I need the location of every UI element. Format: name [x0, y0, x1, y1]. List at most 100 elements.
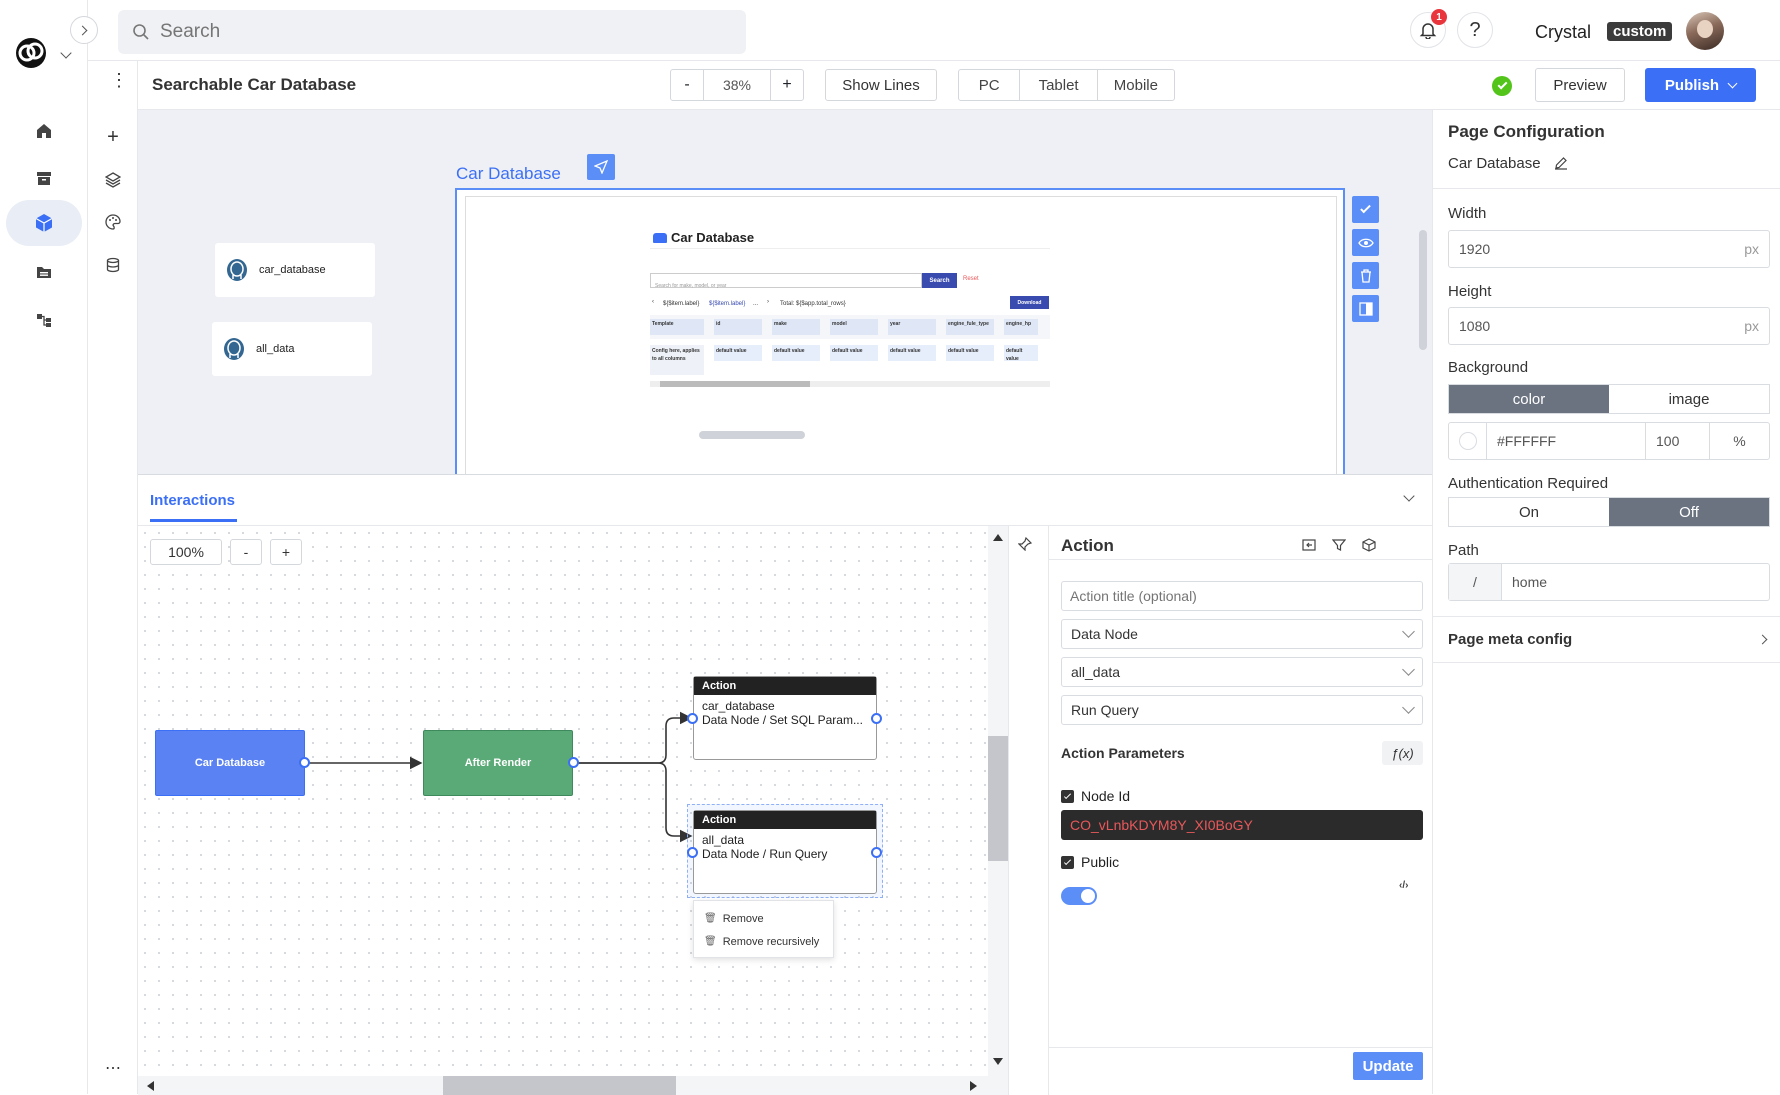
more-vertical-icon[interactable]: ⋮ [110, 71, 128, 89]
auth-on[interactable]: On [1449, 498, 1609, 526]
preview-col-header: id [714, 319, 762, 335]
page-frame-label[interactable]: Car Database [456, 164, 561, 184]
edge-event-action2 [574, 762, 693, 843]
flow-zoom-level[interactable]: 100% [150, 539, 222, 565]
flow-event-node[interactable]: After Render [423, 730, 573, 796]
cube-outline-icon[interactable] [1362, 538, 1376, 552]
design-canvas[interactable]: car_database all_data Car Database Car D… [138, 110, 1432, 474]
menu-item-remove-recursively[interactable]: 🗑 Remove recursively [704, 930, 823, 953]
action-type-select[interactable]: Data Node [1061, 619, 1423, 649]
zoom-out-button[interactable]: - [671, 70, 704, 100]
edit-icon[interactable] [1554, 156, 1568, 170]
postgres-icon [224, 338, 244, 360]
flow-source-node[interactable]: Car Database [155, 730, 305, 796]
color-hex-input[interactable]: #FFFFFF [1487, 423, 1646, 459]
check-icon[interactable] [1352, 196, 1379, 223]
home-icon[interactable] [30, 117, 58, 145]
path-input[interactable]: / home [1448, 563, 1770, 601]
avatar[interactable] [1686, 12, 1724, 50]
device-tablet[interactable]: Tablet [1020, 70, 1098, 100]
more-horizontal-icon[interactable]: ⋯ [105, 1058, 121, 1078]
left-rail [0, 0, 88, 1094]
preview-button[interactable]: Preview [1535, 68, 1625, 102]
action-method-select[interactable]: Run Query [1061, 695, 1423, 725]
port-icon[interactable] [299, 757, 310, 768]
public-checkbox[interactable] [1061, 856, 1074, 869]
preview-scrollbar [650, 381, 1050, 387]
tab-interactions[interactable]: Interactions [150, 492, 235, 509]
color-swatch[interactable] [1449, 423, 1487, 459]
chevron-down-icon[interactable] [60, 47, 72, 59]
flow-canvas[interactable]: Car Database After Render Action car_dat… [138, 526, 1008, 1076]
bg-tab-color[interactable]: color [1449, 385, 1609, 413]
search-bar[interactable] [118, 10, 746, 54]
filter-icon[interactable] [1332, 538, 1346, 552]
frame-scrollbar[interactable] [699, 431, 805, 439]
canvas-scrollbar[interactable] [1419, 230, 1427, 350]
auth-off[interactable]: Off [1609, 498, 1769, 526]
zoom-in-button[interactable]: + [770, 70, 803, 100]
action-title-input[interactable] [1061, 581, 1423, 611]
node-id-label: Node Id [1081, 788, 1131, 804]
port-icon[interactable] [871, 713, 882, 724]
eye-icon[interactable] [1352, 229, 1379, 256]
layers-icon[interactable] [100, 167, 126, 193]
node-id-checkbox[interactable] [1061, 790, 1074, 803]
page-frame[interactable]: Car Database Search for make, model, or … [455, 188, 1345, 474]
expand-sidebar-button[interactable] [70, 16, 98, 44]
saved-status-icon [1492, 76, 1512, 96]
menu-item-remove[interactable]: 🗑 Remove [704, 907, 823, 930]
panel-icon[interactable] [1352, 295, 1379, 322]
device-mobile[interactable]: Mobile [1098, 70, 1174, 100]
question-icon: ? [1469, 18, 1481, 41]
zoom-level[interactable]: 38% [704, 70, 770, 100]
archive-icon[interactable] [30, 164, 58, 192]
port-icon[interactable] [687, 847, 698, 858]
workflow-icon[interactable] [30, 306, 58, 334]
flow-action-node[interactable]: Action all_data Data Node / Run Query [693, 810, 877, 894]
collapse-icon[interactable] [1302, 538, 1316, 552]
search-input[interactable] [160, 21, 720, 43]
database-icon[interactable] [100, 252, 126, 278]
publish-button[interactable]: Publish [1645, 68, 1756, 102]
data-node-card[interactable]: car_database [215, 243, 375, 297]
send-icon[interactable] [587, 154, 615, 180]
flow-action-node[interactable]: Action car_database Data Node / Set SQL … [693, 676, 877, 760]
folder-icon[interactable] [30, 258, 58, 286]
height-input[interactable]: 1080 px [1448, 307, 1770, 345]
fx-button[interactable]: ƒ(x) [1382, 741, 1423, 765]
update-button[interactable]: Update [1353, 1052, 1423, 1080]
width-input[interactable]: 1920 px [1448, 230, 1770, 268]
flow-hscrollbar[interactable] [138, 1076, 1008, 1095]
flow-edges [305, 711, 693, 843]
page-name: Car Database [1448, 155, 1541, 172]
public-toggle[interactable] [1061, 887, 1097, 905]
menu-item-label: Remove recursively [722, 935, 820, 948]
port-icon[interactable] [871, 847, 882, 858]
flow-zoom-out[interactable]: - [230, 539, 262, 565]
device-pc[interactable]: PC [959, 70, 1021, 100]
node-id-field[interactable]: CO_vLnbKDYM8Y_XI0BoGY [1061, 810, 1423, 840]
add-icon[interactable]: + [100, 124, 126, 150]
trash-icon[interactable] [1352, 262, 1379, 289]
sidebar-item-components[interactable] [6, 200, 82, 246]
app-logo[interactable] [16, 38, 46, 68]
show-lines-button[interactable]: Show Lines [825, 69, 937, 101]
height-label: Height [1448, 283, 1492, 300]
port-icon[interactable] [687, 713, 698, 724]
flow-zoom-in[interactable]: + [270, 539, 302, 565]
data-node-card[interactable]: all_data [212, 322, 372, 376]
bg-tab-image[interactable]: image [1609, 385, 1769, 413]
help-button[interactable]: ? [1457, 12, 1493, 48]
action-panel: Action Data Node all_data Run Query Acti… [1048, 526, 1433, 1095]
palette-icon[interactable] [100, 209, 126, 235]
collapse-panel-icon[interactable] [1403, 490, 1415, 502]
code-icon[interactable]: ‹/› [1399, 880, 1408, 891]
opacity-input[interactable]: 100 [1646, 423, 1710, 459]
flow-vscrollbar[interactable] [988, 526, 1008, 1076]
port-icon[interactable] [568, 757, 579, 768]
notifications-button[interactable]: 1 [1410, 9, 1447, 48]
pin-icon[interactable] [1018, 537, 1032, 551]
action-node-select[interactable]: all_data [1061, 657, 1423, 687]
page-meta-config[interactable]: Page meta config [1433, 617, 1780, 663]
